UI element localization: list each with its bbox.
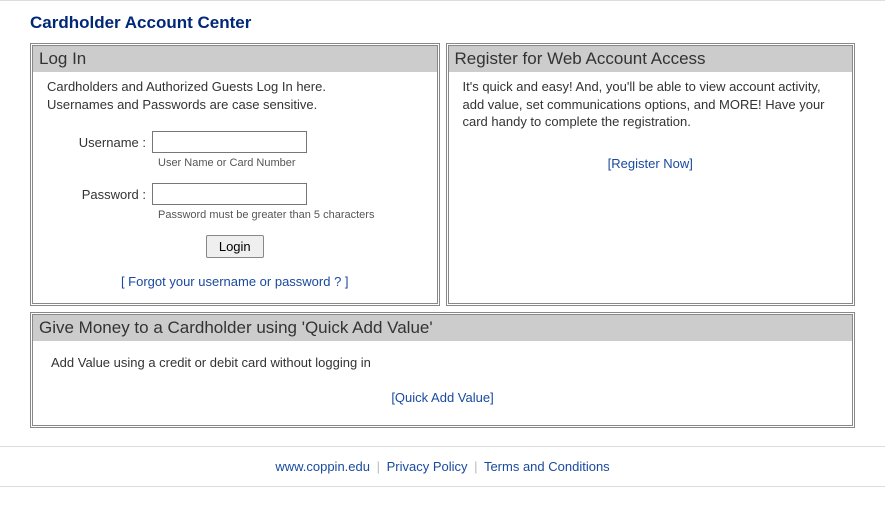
- top-panels-row: Log In Cardholders and Authorized Guests…: [30, 43, 855, 306]
- username-label: Username :: [47, 135, 152, 150]
- login-header: Log In: [33, 46, 437, 72]
- footer-separator: |: [474, 459, 477, 474]
- login-button-row: Login: [47, 235, 423, 258]
- username-input[interactable]: [152, 131, 307, 153]
- quick-add-link-row: [Quick Add Value]: [51, 390, 834, 405]
- forgot-link-row: [ Forgot your username or password ? ]: [47, 274, 423, 289]
- footer-link-terms[interactable]: Terms and Conditions: [484, 459, 610, 474]
- register-text: It's quick and easy! And, you'll be able…: [463, 78, 839, 131]
- password-hint: Password must be greater than 5 characte…: [158, 209, 423, 221]
- register-panel: Register for Web Account Access It's qui…: [446, 43, 856, 306]
- panels-grid: Log In Cardholders and Authorized Guests…: [30, 43, 855, 428]
- register-link-row: [Register Now]: [463, 155, 839, 173]
- password-row: Password :: [47, 183, 423, 205]
- register-header: Register for Web Account Access: [449, 46, 853, 72]
- login-button[interactable]: Login: [206, 235, 264, 258]
- footer-separator: |: [377, 459, 380, 474]
- quick-add-text: Add Value using a credit or debit card w…: [51, 355, 834, 370]
- footer: www.coppin.edu | Privacy Policy | Terms …: [0, 447, 885, 487]
- username-row: Username :: [47, 131, 423, 153]
- page-title: Cardholder Account Center: [30, 13, 855, 33]
- register-now-link[interactable]: [Register Now]: [608, 156, 693, 171]
- login-instructions: Cardholders and Authorized Guests Log In…: [47, 78, 423, 113]
- login-panel: Log In Cardholders and Authorized Guests…: [30, 43, 440, 306]
- quick-add-value-link[interactable]: [Quick Add Value]: [391, 390, 493, 405]
- quick-add-body: Add Value using a credit or debit card w…: [33, 341, 852, 425]
- forgot-link[interactable]: [ Forgot your username or password ? ]: [121, 274, 349, 289]
- password-input[interactable]: [152, 183, 307, 205]
- quick-add-panel: Give Money to a Cardholder using 'Quick …: [30, 312, 855, 428]
- footer-link-site[interactable]: www.coppin.edu: [275, 459, 370, 474]
- register-body: It's quick and easy! And, you'll be able…: [449, 72, 853, 186]
- login-body: Cardholders and Authorized Guests Log In…: [33, 72, 437, 303]
- password-label: Password :: [47, 187, 152, 202]
- login-instruction-line1: Cardholders and Authorized Guests Log In…: [47, 78, 423, 96]
- login-instruction-line2: Usernames and Passwords are case sensiti…: [47, 96, 423, 114]
- quick-add-header: Give Money to a Cardholder using 'Quick …: [33, 315, 852, 341]
- main-content: Cardholder Account Center Log In Cardhol…: [0, 1, 885, 447]
- username-hint: User Name or Card Number: [158, 157, 423, 169]
- footer-link-privacy[interactable]: Privacy Policy: [387, 459, 468, 474]
- page-wrapper: Cardholder Account Center Log In Cardhol…: [0, 0, 885, 487]
